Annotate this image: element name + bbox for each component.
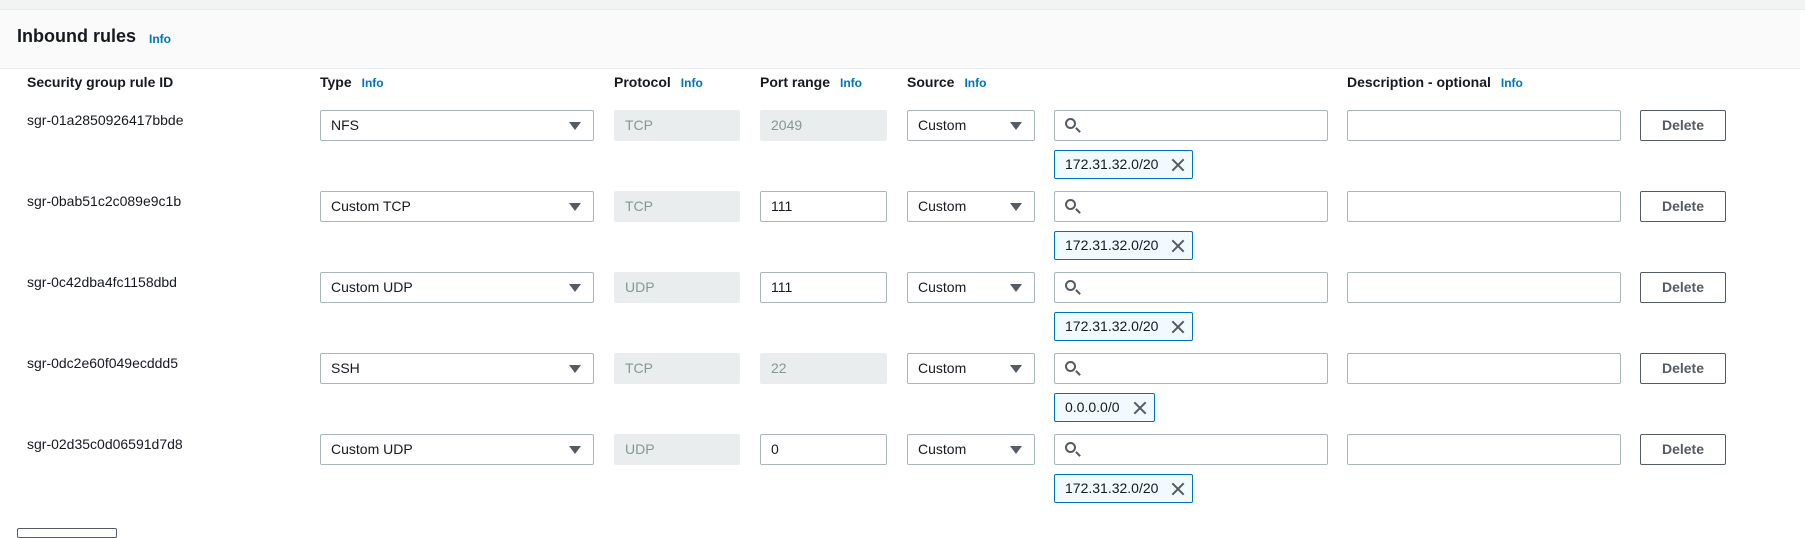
cidr-search-input[interactable] — [1054, 353, 1328, 384]
source-info-link[interactable]: Info — [964, 76, 986, 90]
port-range-info-link[interactable]: Info — [840, 76, 862, 90]
col-header-type: Type Info — [320, 74, 384, 90]
cidr-token: 172.31.32.0/20 — [1054, 474, 1194, 503]
search-icon — [1065, 199, 1076, 210]
cidr-token: 172.31.32.0/20 — [1054, 231, 1194, 260]
source-select-value: Custom — [918, 279, 967, 295]
type-select-value: Custom TCP — [331, 198, 411, 214]
protocol-info-link[interactable]: Info — [681, 76, 703, 90]
description-input[interactable] — [1347, 272, 1621, 303]
caret-down-icon — [1010, 122, 1022, 130]
type-select[interactable]: SSH — [320, 353, 594, 384]
col-header-rule-id: Security group rule ID — [27, 74, 174, 90]
cidr-search-input[interactable] — [1054, 110, 1328, 141]
source-select[interactable]: Custom — [907, 272, 1035, 303]
cidr-search-input[interactable] — [1054, 434, 1328, 465]
type-select-value: Custom UDP — [331, 279, 413, 295]
cidr-token-label: 172.31.32.0/20 — [1065, 237, 1159, 253]
type-select-value: SSH — [331, 360, 360, 376]
cidr-token: 172.31.32.0/20 — [1054, 312, 1194, 341]
top-divider — [0, 0, 1805, 10]
description-input[interactable] — [1347, 191, 1621, 222]
protocol-field: UDP — [614, 272, 740, 303]
delete-button[interactable]: Delete — [1640, 191, 1726, 222]
description-input[interactable] — [1347, 353, 1621, 384]
caret-down-icon — [569, 284, 581, 292]
caret-down-icon — [569, 203, 581, 211]
delete-button[interactable]: Delete — [1640, 272, 1726, 303]
caret-down-icon — [569, 365, 581, 373]
delete-button[interactable]: Delete — [1640, 434, 1726, 465]
cidr-token-label: 172.31.32.0/20 — [1065, 318, 1159, 334]
description-info-link[interactable]: Info — [1501, 76, 1523, 90]
cidr-search-input[interactable] — [1054, 272, 1328, 303]
close-icon[interactable] — [1170, 238, 1186, 254]
cidr-token-label: 172.31.32.0/20 — [1065, 156, 1159, 172]
caret-down-icon — [1010, 446, 1022, 454]
port-range-input[interactable]: 111 — [760, 272, 887, 303]
source-select-value: Custom — [918, 198, 967, 214]
protocol-field: TCP — [614, 110, 740, 141]
protocol-field: UDP — [614, 434, 740, 465]
type-select[interactable]: NFS — [320, 110, 594, 141]
search-icon — [1065, 361, 1076, 372]
port-range-input: 2049 — [760, 110, 887, 141]
description-input[interactable] — [1347, 434, 1621, 465]
add-rule-button[interactable] — [17, 528, 117, 538]
close-icon[interactable] — [1170, 481, 1186, 497]
col-header-port-range: Port range Info — [760, 74, 863, 90]
delete-button[interactable]: Delete — [1640, 110, 1726, 141]
source-select[interactable]: Custom — [907, 434, 1035, 465]
rule-id: sgr-0dc2e60f049ecddd5 — [27, 355, 179, 371]
source-select[interactable]: Custom — [907, 191, 1035, 222]
col-header-protocol: Protocol Info — [614, 74, 703, 90]
search-icon — [1065, 442, 1076, 453]
port-range-input: 22 — [760, 353, 887, 384]
type-select-value: NFS — [331, 117, 359, 133]
protocol-field: TCP — [614, 191, 740, 222]
close-icon[interactable] — [1132, 400, 1148, 416]
source-select-value: Custom — [918, 360, 967, 376]
protocol-field: TCP — [614, 353, 740, 384]
type-select[interactable]: Custom TCP — [320, 191, 594, 222]
caret-down-icon — [1010, 284, 1022, 292]
cidr-token: 172.31.32.0/20 — [1054, 150, 1194, 179]
panel-info-link[interactable]: Info — [149, 32, 171, 46]
source-select[interactable]: Custom — [907, 110, 1035, 141]
port-range-input[interactable]: 0 — [760, 434, 887, 465]
type-select-value: Custom UDP — [331, 441, 413, 457]
rule-id: sgr-01a2850926417bbde — [27, 112, 184, 128]
caret-down-icon — [569, 446, 581, 454]
close-icon[interactable] — [1170, 157, 1186, 173]
source-select-value: Custom — [918, 441, 967, 457]
panel-title: Inbound rules — [17, 26, 136, 46]
panel-header: Inbound rules Info — [0, 10, 1800, 69]
source-select-value: Custom — [918, 117, 967, 133]
caret-down-icon — [569, 122, 581, 130]
description-input[interactable] — [1347, 110, 1621, 141]
close-icon[interactable] — [1170, 319, 1186, 335]
cidr-token-label: 172.31.32.0/20 — [1065, 480, 1159, 496]
caret-down-icon — [1010, 365, 1022, 373]
delete-button[interactable]: Delete — [1640, 353, 1726, 384]
rule-id: sgr-02d35c0d06591d7d8 — [27, 436, 183, 452]
search-icon — [1065, 118, 1076, 129]
type-select[interactable]: Custom UDP — [320, 434, 594, 465]
cidr-token-label: 0.0.0.0/0 — [1065, 399, 1120, 415]
rule-id: sgr-0bab51c2c089e9c1b — [27, 193, 182, 209]
cidr-search-input[interactable] — [1054, 191, 1328, 222]
rule-id: sgr-0c42dba4fc1158dbd — [27, 274, 177, 290]
source-select[interactable]: Custom — [907, 353, 1035, 384]
port-range-input[interactable]: 111 — [760, 191, 887, 222]
caret-down-icon — [1010, 203, 1022, 211]
type-select[interactable]: Custom UDP — [320, 272, 594, 303]
search-icon — [1065, 280, 1076, 291]
type-info-link[interactable]: Info — [362, 76, 384, 90]
col-header-description: Description - optional Info — [1347, 74, 1523, 90]
col-header-source: Source Info — [907, 74, 987, 90]
cidr-token: 0.0.0.0/0 — [1054, 393, 1155, 422]
